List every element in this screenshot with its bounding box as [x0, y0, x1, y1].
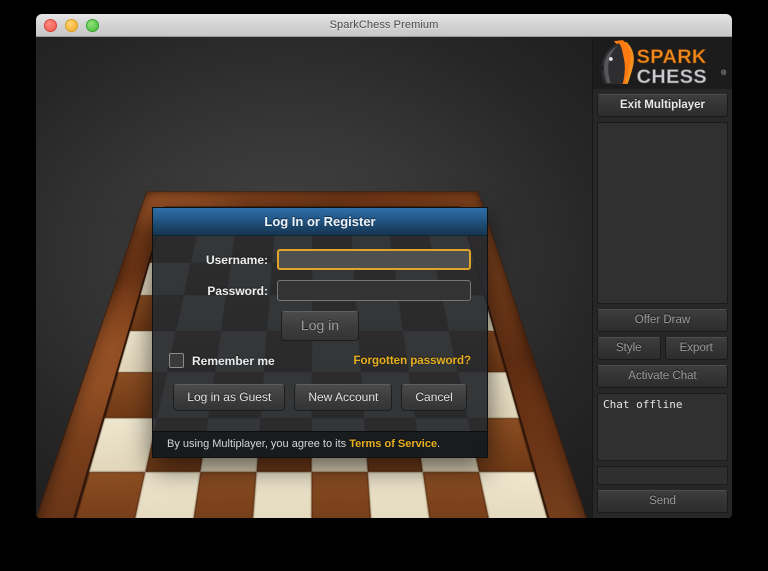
window-title: SparkChess Premium [329, 19, 439, 31]
minimize-window-icon[interactable] [65, 18, 78, 32]
password-input[interactable] [277, 280, 471, 301]
sparkchess-logo-icon: SPARK CHESS ® [598, 40, 726, 88]
remember-me-checkbox[interactable] [169, 353, 184, 368]
window-controls [44, 14, 99, 36]
board-square[interactable] [367, 471, 432, 518]
activate-chat-button[interactable]: Activate Chat [597, 365, 728, 388]
close-window-icon[interactable] [44, 18, 57, 32]
username-input[interactable] [277, 249, 471, 270]
dialog-title: Log In or Register [264, 214, 376, 229]
dialog-footer: By using Multiplayer, you agree to its T… [153, 431, 487, 457]
forgotten-password-link[interactable]: Forgotten password? [353, 355, 471, 367]
remember-row: Remember me Forgotten password? [169, 353, 471, 368]
desktop-background: SparkChess Premium SPARK CHESS ® Exit Mu… [0, 0, 768, 571]
right-sidebar: SPARK CHESS ® Exit Multiplayer Offer Dra… [592, 37, 732, 518]
send-chat-button[interactable]: Send [597, 490, 728, 513]
application-window: SparkChess Premium SPARK CHESS ® Exit Mu… [36, 14, 732, 518]
style-button[interactable]: Style [597, 337, 661, 360]
remember-me-control[interactable]: Remember me [169, 353, 275, 368]
username-label: Username: [205, 252, 268, 267]
export-button[interactable]: Export [664, 337, 728, 360]
board-square[interactable] [251, 471, 312, 518]
dialog-header: Log In or Register [153, 208, 487, 236]
remember-me-label: Remember me [192, 353, 275, 368]
password-row: Password: [169, 280, 471, 301]
password-label: Password: [207, 283, 268, 298]
cancel-button[interactable]: Cancel [401, 384, 467, 411]
terms-of-service-link[interactable]: Terms of Service [349, 438, 437, 450]
log-in-button[interactable]: Log in [280, 311, 360, 341]
chat-input[interactable] [597, 466, 728, 485]
dialog-action-row: Log in as Guest New Account Cancel [169, 384, 471, 411]
new-account-button[interactable]: New Account [294, 384, 393, 411]
log-in-as-guest-button[interactable]: Log in as Guest [173, 384, 286, 411]
terms-prefix-text: By using Multiplayer, you agree to its [167, 438, 350, 450]
exit-multiplayer-button[interactable]: Exit Multiplayer [597, 94, 728, 117]
svg-text:CHESS: CHESS [637, 66, 707, 88]
login-button-row: Log in [169, 311, 471, 341]
zoom-window-icon[interactable] [86, 18, 99, 32]
offer-draw-button[interactable]: Offer Draw [597, 309, 728, 332]
board-square[interactable] [311, 471, 372, 518]
username-row: Username: [169, 249, 471, 270]
svg-text:®: ® [721, 69, 726, 77]
dialog-body: Username: Password: Log in Remember me F… [153, 236, 487, 431]
window-titlebar: SparkChess Premium [36, 14, 732, 37]
terms-suffix-text: . [437, 438, 441, 450]
style-export-row: Style Export [597, 332, 728, 360]
sparkchess-logo: SPARK CHESS ® [593, 37, 732, 89]
window-body: SPARK CHESS ® Exit Multiplayer Offer Dra… [36, 37, 732, 518]
board-square[interactable] [191, 471, 256, 518]
move-list-panel[interactable] [597, 122, 728, 304]
chat-log: Chat offline [597, 393, 728, 461]
login-dialog: Log In or Register Username: Password: L… [152, 207, 488, 458]
svg-text:SPARK: SPARK [637, 46, 707, 68]
